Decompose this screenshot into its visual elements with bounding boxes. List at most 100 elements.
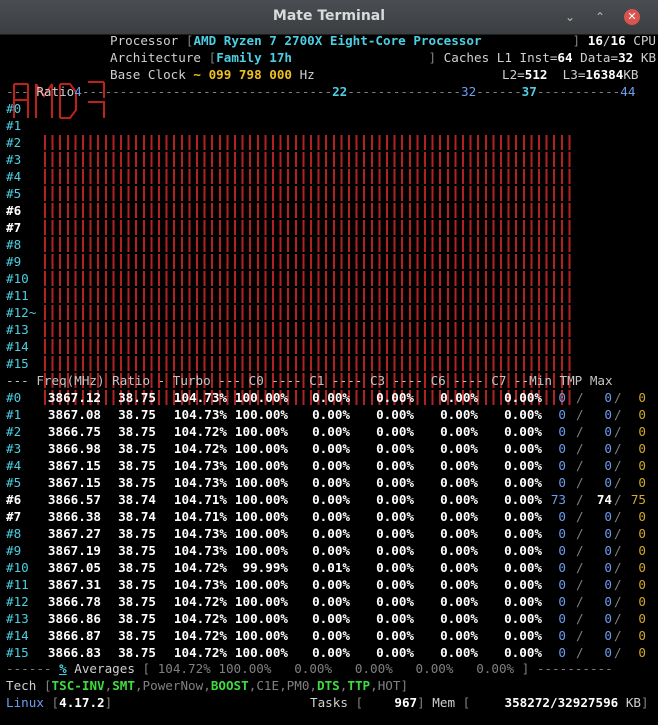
title-bar[interactable]: Mate Terminal ⌄ ⌃ ✕ bbox=[0, 0, 658, 35]
cell-tmp: 0 bbox=[604, 424, 612, 439]
cell-c0: 100.00% bbox=[234, 390, 288, 405]
cell-ratio: 38.74 bbox=[118, 509, 156, 524]
cell-c6: 0.00% bbox=[440, 407, 478, 422]
cell-c7: 0.00% bbox=[504, 390, 542, 405]
cell-c6: 0.00% bbox=[440, 543, 478, 558]
core-id: #10 bbox=[6, 560, 29, 575]
minimize-icon[interactable]: ⌄ bbox=[562, 9, 578, 25]
separator: / bbox=[576, 475, 584, 490]
cell-max: 0 bbox=[638, 407, 646, 422]
cell-c6: 0.00% bbox=[440, 492, 478, 507]
cell-c0: 100.00% bbox=[234, 577, 288, 592]
separator: / bbox=[614, 560, 622, 575]
cell-max: 0 bbox=[638, 526, 646, 541]
cell-turbo: 104.73% bbox=[173, 526, 227, 541]
core-id: #1 bbox=[6, 407, 22, 422]
cell-c7: 0.00% bbox=[504, 475, 542, 490]
cell-ratio: 38.75 bbox=[118, 475, 156, 490]
tech-label: Tech bbox=[6, 678, 37, 693]
cell-c3: 0.00% bbox=[376, 645, 414, 660]
tech-item: BOOST bbox=[210, 678, 249, 693]
tasks-value: 967 bbox=[394, 695, 418, 710]
core-ratio-bar bbox=[44, 254, 572, 269]
core-id: #4 bbox=[6, 458, 22, 473]
cell-turbo: 104.71% bbox=[173, 509, 227, 524]
cell-max: 0 bbox=[638, 390, 646, 405]
cell-c1: 0.01% bbox=[312, 560, 350, 575]
cell-ratio: 38.75 bbox=[118, 594, 156, 609]
separator: / bbox=[614, 628, 622, 643]
core-bar-label: #8 bbox=[6, 237, 22, 252]
processor-line: Processor [AMD Ryzen 7 2700X Eight-Core … bbox=[110, 33, 657, 48]
cell-turbo: 104.73% bbox=[173, 475, 227, 490]
cell-ratio: 38.75 bbox=[118, 424, 156, 439]
terminal-content[interactable]: Processor [AMD Ryzen 7 2700X Eight-Core … bbox=[6, 33, 658, 725]
l3-label: L3= bbox=[562, 67, 586, 82]
cell-c0: 100.00% bbox=[234, 543, 288, 558]
separator: / bbox=[614, 543, 622, 558]
cell-turbo: 104.71% bbox=[173, 492, 227, 507]
ratio-label: Ratio bbox=[36, 84, 75, 99]
cell-c1: 0.00% bbox=[312, 509, 350, 524]
core-id: #0 bbox=[6, 390, 22, 405]
cell-min: 0 bbox=[558, 424, 566, 439]
cell-tmp: 0 bbox=[604, 594, 612, 609]
architecture-line: Architecture [Family 17h ] Caches L1 Ins… bbox=[110, 50, 657, 65]
l1-data-value: 32 bbox=[618, 50, 634, 65]
cell-min: 0 bbox=[558, 560, 566, 575]
maximize-icon[interactable]: ⌃ bbox=[592, 9, 608, 25]
averages-pct-button[interactable]: % bbox=[59, 661, 67, 676]
separator: / bbox=[576, 509, 584, 524]
cell-min: 0 bbox=[558, 594, 566, 609]
cell-c7: 0.00% bbox=[504, 628, 542, 643]
cell-tmp: 0 bbox=[604, 390, 612, 405]
core-bar-label: #14 bbox=[6, 339, 29, 354]
cell-turbo: 104.73% bbox=[173, 543, 227, 558]
cell-min: 0 bbox=[558, 628, 566, 643]
processor-label: Processor bbox=[110, 33, 179, 48]
close-icon[interactable]: ✕ bbox=[624, 9, 640, 25]
separator: / bbox=[576, 628, 584, 643]
core-id: #14 bbox=[6, 628, 29, 643]
cell-c0: 100.00% bbox=[234, 475, 288, 490]
cell-ratio: 38.75 bbox=[118, 577, 156, 592]
separator: / bbox=[614, 645, 622, 660]
core-ratio-bar bbox=[44, 237, 572, 252]
avg-c1: 0.00% bbox=[294, 661, 333, 676]
cell-c0: 100.00% bbox=[234, 594, 288, 609]
cell-ratio: 38.75 bbox=[118, 543, 156, 558]
cell-max: 0 bbox=[638, 628, 646, 643]
cell-c3: 0.00% bbox=[376, 390, 414, 405]
cell-max: 0 bbox=[638, 424, 646, 439]
separator: / bbox=[614, 611, 622, 626]
terminal-window: Mate Terminal ⌄ ⌃ ✕ Processor [AMD Ryzen… bbox=[0, 0, 658, 725]
cell-c7: 0.00% bbox=[504, 577, 542, 592]
cell-freq: 3867.31 bbox=[47, 577, 101, 592]
cell-c0: 100.00% bbox=[234, 441, 288, 456]
cell-ratio: 38.75 bbox=[118, 560, 156, 575]
cell-tmp: 0 bbox=[604, 475, 612, 490]
core-bar-label: #6 bbox=[6, 203, 22, 218]
cpu-total: 16 bbox=[610, 33, 626, 48]
core-ratio-bar bbox=[44, 220, 572, 235]
cell-freq: 3867.15 bbox=[47, 458, 101, 473]
cell-c6: 0.00% bbox=[440, 560, 478, 575]
cell-max: 0 bbox=[638, 543, 646, 558]
core-id: #13 bbox=[6, 611, 29, 626]
cell-c6: 0.00% bbox=[440, 458, 478, 473]
l3-unit: KB bbox=[623, 67, 639, 82]
cell-min: 0 bbox=[558, 407, 566, 422]
cell-turbo: 104.72% bbox=[173, 611, 227, 626]
cell-freq: 3866.86 bbox=[47, 611, 101, 626]
core-ratio-bar bbox=[44, 169, 572, 184]
avg-c3: 0.00% bbox=[354, 661, 393, 676]
cell-c6: 0.00% bbox=[440, 526, 478, 541]
kernel-version: 4.17.2 bbox=[59, 695, 105, 710]
core-bar-label: #0 bbox=[6, 101, 22, 116]
cell-min: 0 bbox=[558, 390, 566, 405]
mem-unit: KB bbox=[625, 695, 641, 710]
core-bar-label: #1 bbox=[6, 118, 22, 133]
core-id: #15 bbox=[6, 645, 29, 660]
cpu-count: 16 bbox=[587, 33, 603, 48]
cell-c1: 0.00% bbox=[312, 594, 350, 609]
